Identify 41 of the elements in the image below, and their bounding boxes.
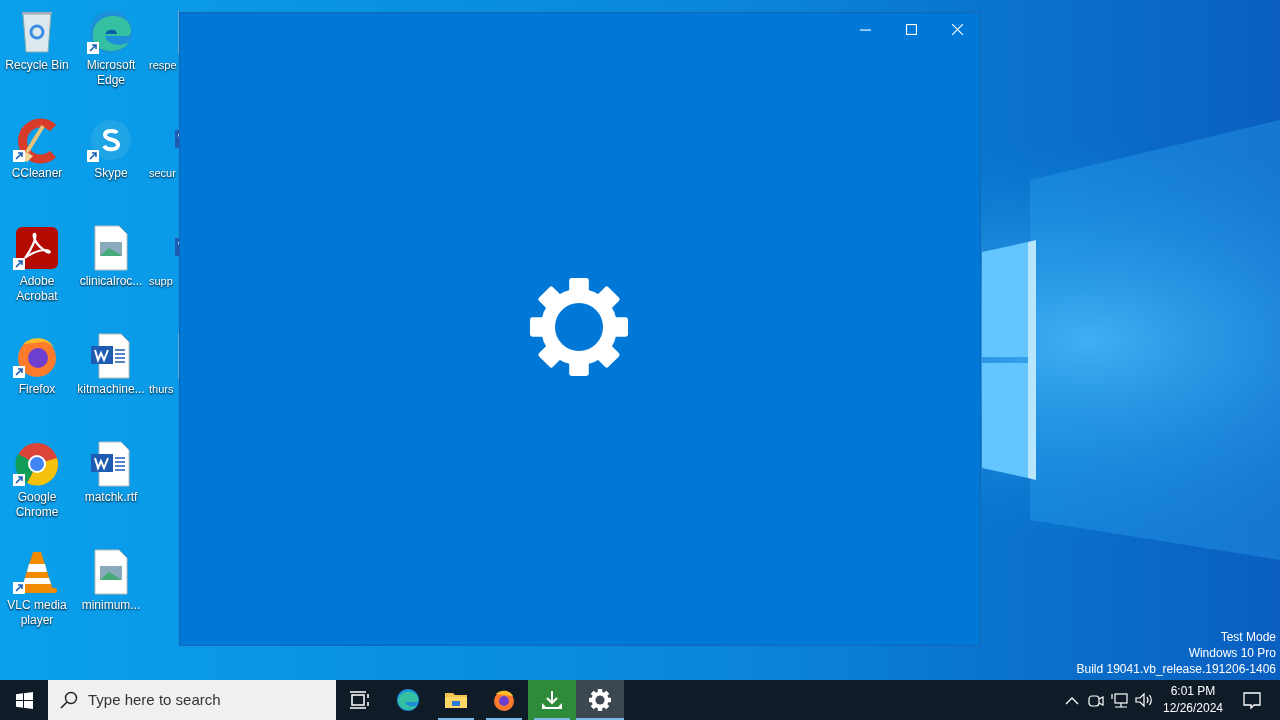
- icon-label[interactable]: supp: [149, 274, 173, 289]
- download-tray-icon: [540, 688, 564, 712]
- acrobat-icon[interactable]: [13, 224, 61, 272]
- icon-label[interactable]: Firefox: [0, 382, 74, 397]
- search-field[interactable]: Type here to search: [48, 680, 336, 720]
- volume-icon[interactable]: [1134, 690, 1154, 710]
- icon-label[interactable]: thurs: [149, 382, 174, 397]
- icon-label[interactable]: respe: [149, 58, 177, 73]
- firefox-icon: [492, 688, 516, 712]
- icon-label[interactable]: Microsoft Edge: [74, 58, 148, 88]
- clock-date: 12/26/2024: [1162, 700, 1224, 717]
- task-view-icon: [348, 688, 372, 712]
- chrome-icon[interactable]: [13, 440, 61, 488]
- search-icon: [60, 691, 78, 709]
- icon-label[interactable]: Google Chrome: [0, 490, 74, 520]
- edge-icon: [396, 688, 420, 712]
- clock-time: 6:01 PM: [1170, 683, 1216, 700]
- edge-icon[interactable]: [87, 8, 135, 56]
- icon-label[interactable]: kitmachine...: [74, 382, 148, 397]
- taskbar-app-button[interactable]: [576, 680, 624, 720]
- icon-label[interactable]: Adobe Acrobat: [0, 274, 74, 304]
- close-icon: [951, 23, 963, 35]
- icon-label[interactable]: Recycle Bin: [0, 58, 74, 73]
- system-watermark-text: Build 19041.vb_release.191206-1406: [1076, 661, 1276, 677]
- search-placeholder: Type here to search: [88, 689, 221, 710]
- icon-label[interactable]: VLC media player: [0, 598, 74, 628]
- notification-icon[interactable]: [1242, 690, 1262, 710]
- network-icon[interactable]: [1110, 690, 1130, 710]
- icon-label[interactable]: secur: [149, 166, 176, 181]
- icon-label[interactable]: matchk.rtf: [74, 490, 148, 505]
- system-watermark-text: Windows 10 Pro: [1188, 645, 1276, 661]
- windows-icon: [15, 691, 33, 709]
- icon-label[interactable]: minimum...: [74, 598, 148, 613]
- icon-label[interactable]: CCleaner: [0, 166, 74, 181]
- settings-icon: [529, 277, 629, 377]
- icon-label[interactable]: clinicalroc...: [74, 274, 148, 289]
- clock[interactable]: 6:01 PM 12/26/2024: [1156, 680, 1230, 720]
- icon-label[interactable]: Skype: [74, 166, 148, 181]
- system-watermark-text: Test Mode: [1220, 629, 1276, 645]
- maximize-icon: [905, 23, 917, 35]
- settings-icon: [588, 688, 612, 712]
